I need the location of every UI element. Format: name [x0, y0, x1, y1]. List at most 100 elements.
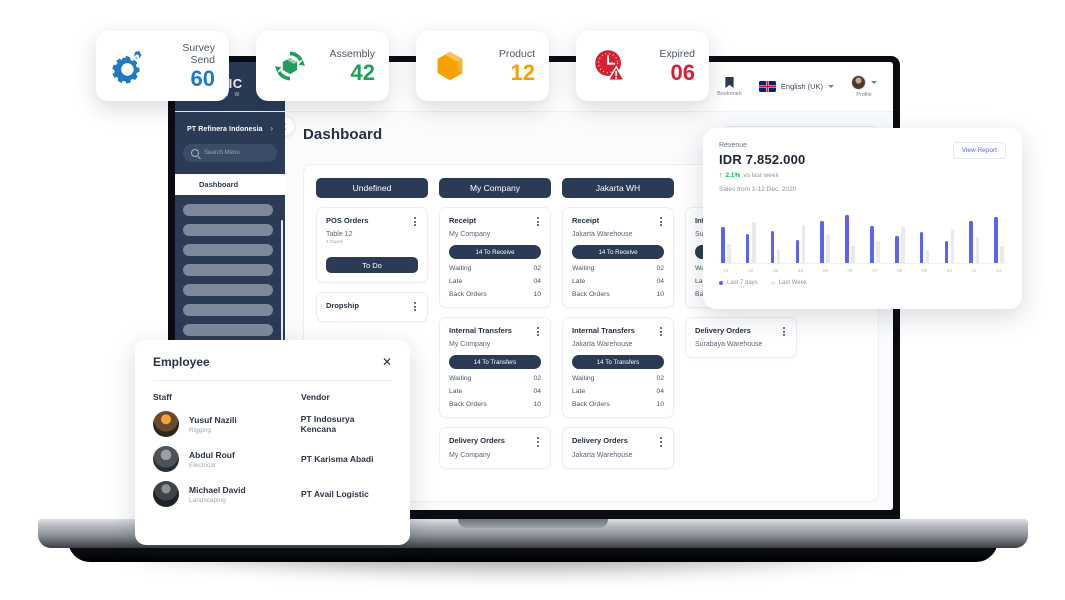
stat-card-text: Survey Send 60 — [158, 42, 215, 90]
stat-card-survey-send[interactable]: Survey Send 60 — [96, 31, 229, 101]
board-card[interactable]: POS Orders Table 12 4 Guest To Do — [316, 207, 428, 284]
gears-icon — [112, 50, 142, 84]
org-switcher[interactable]: PT Refinera Indonesia › — [183, 122, 277, 133]
card-pill-button[interactable]: 14 To Receive — [449, 245, 541, 260]
legend-label: Last 7 days — [727, 280, 758, 286]
close-icon[interactable]: ✕ — [382, 356, 392, 368]
more-options-icon[interactable] — [412, 301, 418, 312]
more-options-icon[interactable] — [535, 216, 541, 227]
stat-value: 10 — [656, 291, 664, 299]
stat-value: 04 — [533, 278, 541, 286]
board-card[interactable]: Delivery Orders Surabaya Warehouse — [685, 317, 797, 359]
chart-bar — [845, 215, 849, 263]
legend-item[interactable]: Last Week — [770, 280, 807, 286]
list-item[interactable] — [183, 224, 273, 236]
stat-card-text: Assembly 42 — [329, 48, 375, 84]
revenue-caption: Revenue — [719, 142, 748, 149]
stat-card-label: Survey Send — [182, 42, 215, 66]
card-pill-button[interactable]: 14 To Transfers — [572, 355, 664, 370]
board-card[interactable]: Delivery Orders Jakarta Warehouse — [562, 427, 674, 469]
card-pill-button[interactable]: 14 To Transfers — [449, 355, 541, 370]
stat-label: Late — [572, 388, 586, 396]
more-options-icon[interactable] — [658, 436, 664, 447]
avatar — [851, 75, 866, 90]
chart-bar — [944, 240, 949, 263]
card-subtitle: My Company — [449, 451, 491, 459]
stat-card-assembly[interactable]: Assembly 42 — [256, 31, 389, 101]
chart-bar — [919, 231, 924, 263]
board-card[interactable]: Receipt Jakarta Warehouse 14 To Receive Wai… — [562, 207, 674, 309]
x-tick-label: 10 — [946, 268, 952, 273]
profile-label: Profile — [856, 92, 872, 98]
board-column: My Company Receipt My Company 14 To Receive… — [439, 178, 551, 501]
chart-bar — [801, 225, 806, 263]
more-options-icon[interactable] — [658, 216, 664, 227]
card-stat-row: Waiting 02 — [449, 265, 541, 272]
list-item[interactable] — [183, 244, 273, 256]
x-tick-label: 03 — [773, 268, 779, 273]
stat-card-text: Expired 06 — [659, 48, 695, 84]
employee-row[interactable]: Abdul Rouf Electrical PT Karisma Abadi — [153, 446, 392, 472]
card-top: Delivery Orders — [449, 436, 541, 447]
more-options-icon[interactable] — [535, 326, 541, 337]
chart-bar — [745, 234, 750, 263]
chart-bar-group — [919, 231, 930, 263]
column-header[interactable]: Jakarta WH — [562, 178, 674, 198]
stat-card-expired[interactable]: Expired 06 — [576, 31, 709, 101]
board-card[interactable]: Internal Transfers Jakarta Warehouse 14 To… — [562, 317, 674, 419]
board-card[interactable]: Delivery Orders My Company — [439, 427, 551, 469]
card-pill-button[interactable]: 14 To Receive — [572, 245, 664, 260]
card-subtitle: My Company — [449, 231, 491, 239]
list-item[interactable] — [183, 304, 273, 316]
column-header[interactable]: My Company — [439, 178, 551, 198]
sidebar-item-dashboard[interactable]: Dashboard — [175, 174, 293, 195]
bookmark-button[interactable]: Bookmark — [717, 76, 742, 97]
card-stat-row: Late 04 — [572, 278, 664, 285]
sidebar-search-input[interactable]: Search Menu — [183, 144, 277, 162]
x-tick-label: 04 — [797, 268, 803, 273]
chart-bar — [870, 225, 874, 263]
stat-label: Back Orders — [449, 401, 487, 409]
card-top: Receipt — [449, 216, 541, 227]
profile-menu[interactable]: Profile — [851, 75, 877, 98]
revenue-header: Revenue IDR 7.852.000 ↑ 2.1% vs last wee… — [719, 142, 1006, 193]
revenue-panel: Revenue IDR 7.852.000 ↑ 2.1% vs last wee… — [703, 128, 1022, 309]
view-report-button[interactable]: View Report — [952, 142, 1006, 159]
list-item[interactable] — [183, 324, 273, 336]
board-card[interactable]: Internal Transfers My Company 14 To Transf… — [439, 317, 551, 419]
employee-column-headers: Staff Vendor — [153, 392, 392, 402]
chart-bar — [826, 235, 831, 263]
x-tick-label: 06 — [847, 268, 853, 273]
stat-value: 10 — [656, 401, 664, 409]
revenue-delta: ↑ 2.1% vs last week — [719, 172, 805, 179]
todo-button[interactable]: To Do — [326, 257, 418, 274]
more-options-icon[interactable] — [535, 436, 541, 447]
x-tick-label: 12 — [996, 268, 1002, 273]
search-icon — [191, 149, 199, 157]
card-stat-row: Back Orders 10 — [449, 401, 541, 408]
board-card[interactable]: Receipt My Company 14 To Receive Waiting 02 L… — [439, 207, 551, 309]
card-title: Delivery Orders — [572, 436, 628, 446]
chevron-down-icon — [828, 85, 834, 88]
stat-card-product[interactable]: Product 12 — [416, 31, 549, 101]
language-label: English (UK) — [780, 82, 823, 91]
column-header[interactable]: Undefined — [316, 178, 428, 198]
more-options-icon[interactable] — [658, 326, 664, 337]
language-selector[interactable]: English (UK) — [758, 81, 834, 92]
employee-row[interactable]: Michael David Landscaping PT Avail Logisti… — [153, 481, 392, 507]
chart-bar-group — [721, 227, 731, 263]
stat-label: Back Orders — [449, 291, 487, 299]
list-item[interactable] — [183, 204, 273, 216]
legend-item[interactable]: Last 7 days — [719, 280, 758, 286]
chart-bar — [975, 237, 980, 263]
chart-bar — [950, 229, 955, 263]
list-item[interactable] — [183, 284, 273, 296]
chart-x-axis: 01 02 03 04 05 06 07 08 09 10 11 12 — [719, 268, 1006, 273]
chevron-down-icon — [871, 81, 877, 84]
employee-row[interactable]: Yusuf Nazili Rigging PT Indosurya Kencana — [153, 411, 392, 437]
more-options-icon[interactable] — [781, 326, 787, 337]
x-tick-label: 02 — [748, 268, 754, 273]
list-item[interactable] — [183, 264, 273, 276]
more-options-icon[interactable] — [412, 216, 418, 227]
board-card[interactable]: Dropship — [316, 292, 428, 323]
